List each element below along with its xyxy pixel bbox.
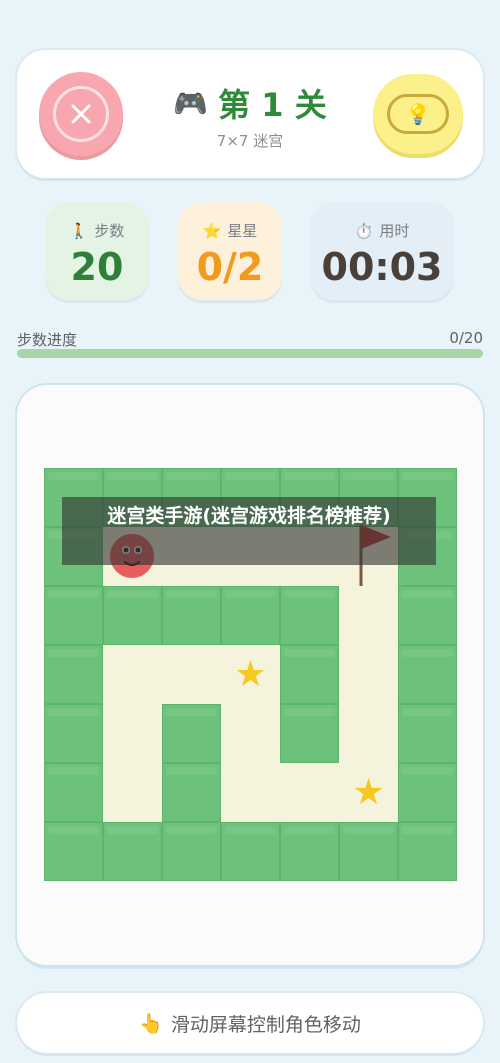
maze-wall-cell — [162, 763, 221, 822]
level-title: 🎮 第 1 关 — [137, 80, 363, 126]
pointing-hand-icon: 👆 — [139, 1012, 163, 1035]
star-pickup-icon: ★ — [352, 772, 385, 813]
maze-wall-cell — [280, 704, 339, 763]
maze-wall-cell — [162, 586, 221, 645]
stopwatch-icon: ⏱️ — [354, 221, 374, 240]
maze-wall-cell — [44, 645, 103, 704]
maze-wall-cell — [398, 763, 457, 822]
maze-floor-cell — [339, 586, 398, 645]
maze-floor-cell — [221, 763, 280, 822]
maze-wall-cell — [44, 822, 103, 881]
steps-stat-card: 🚶 步数 20 — [45, 202, 149, 300]
star-pickup-icon: ★ — [234, 654, 267, 695]
lightbulb-icon: 💡 — [387, 94, 449, 134]
maze-floor-cell — [339, 645, 398, 704]
maze-wall-cell — [44, 586, 103, 645]
maze-wall-cell — [398, 586, 457, 645]
maze-size-label: 7×7 迷宫 — [216, 132, 284, 150]
maze-wall-cell — [398, 645, 457, 704]
maze-wall-cell — [44, 704, 103, 763]
hint-button[interactable]: 💡 — [373, 74, 463, 154]
maze-floor-cell — [339, 704, 398, 763]
header-panel: 🎮 第 1 关 7×7 迷宫 💡 — [17, 50, 483, 178]
time-label: 用时 — [379, 222, 410, 240]
maze-wall-cell — [280, 586, 339, 645]
maze-floor-cell — [103, 704, 162, 763]
progress-bar — [17, 349, 483, 358]
maze-wall-cell — [280, 822, 339, 881]
close-icon — [53, 86, 109, 142]
time-stat-card: ⏱️ 用时 00:03 — [310, 202, 454, 300]
level-title-block: 🎮 第 1 关 7×7 迷宫 — [137, 80, 363, 151]
maze-floor-cell — [103, 763, 162, 822]
maze-floor-cell — [162, 645, 221, 704]
level-title-text: 第 1 关 — [218, 86, 327, 124]
gamepad-icon: 🎮 — [173, 86, 209, 120]
star-icon: ⭐ — [202, 221, 222, 240]
control-hint-text: 滑动屏幕控制角色移动 — [170, 1013, 361, 1036]
progress-value: 0/20 — [449, 329, 483, 347]
close-button[interactable] — [39, 72, 123, 156]
maze-wall-cell — [103, 586, 162, 645]
maze-wall-cell — [339, 822, 398, 881]
maze-floor-cell — [280, 763, 339, 822]
steps-label: 步数 — [94, 222, 125, 240]
maze-floor-cell — [221, 704, 280, 763]
maze-wall-cell — [398, 822, 457, 881]
maze-wall-cell — [162, 822, 221, 881]
maze-wall-cell — [44, 763, 103, 822]
time-value: 00:03 — [321, 245, 443, 289]
maze-wall-cell — [398, 704, 457, 763]
maze-floor-cell — [103, 645, 162, 704]
stars-label: 星星 — [227, 222, 258, 240]
maze-wall-cell — [280, 645, 339, 704]
caption-overlay: 迷宫类手游(迷宫游戏排名榜推荐) — [62, 497, 436, 565]
maze-wall-cell — [221, 586, 280, 645]
maze-wall-cell — [221, 822, 280, 881]
progress-label: 步数进度 — [17, 331, 78, 349]
maze-wall-cell — [162, 704, 221, 763]
stars-value: 0/2 — [196, 245, 264, 289]
stars-stat-card: ⭐ 星星 0/2 — [178, 202, 282, 300]
person-walking-icon: 🚶 — [69, 221, 89, 240]
steps-value: 20 — [70, 245, 124, 289]
control-hint-bar: 👆 滑动屏幕控制角色移动 — [17, 993, 483, 1053]
maze-wall-cell — [103, 822, 162, 881]
